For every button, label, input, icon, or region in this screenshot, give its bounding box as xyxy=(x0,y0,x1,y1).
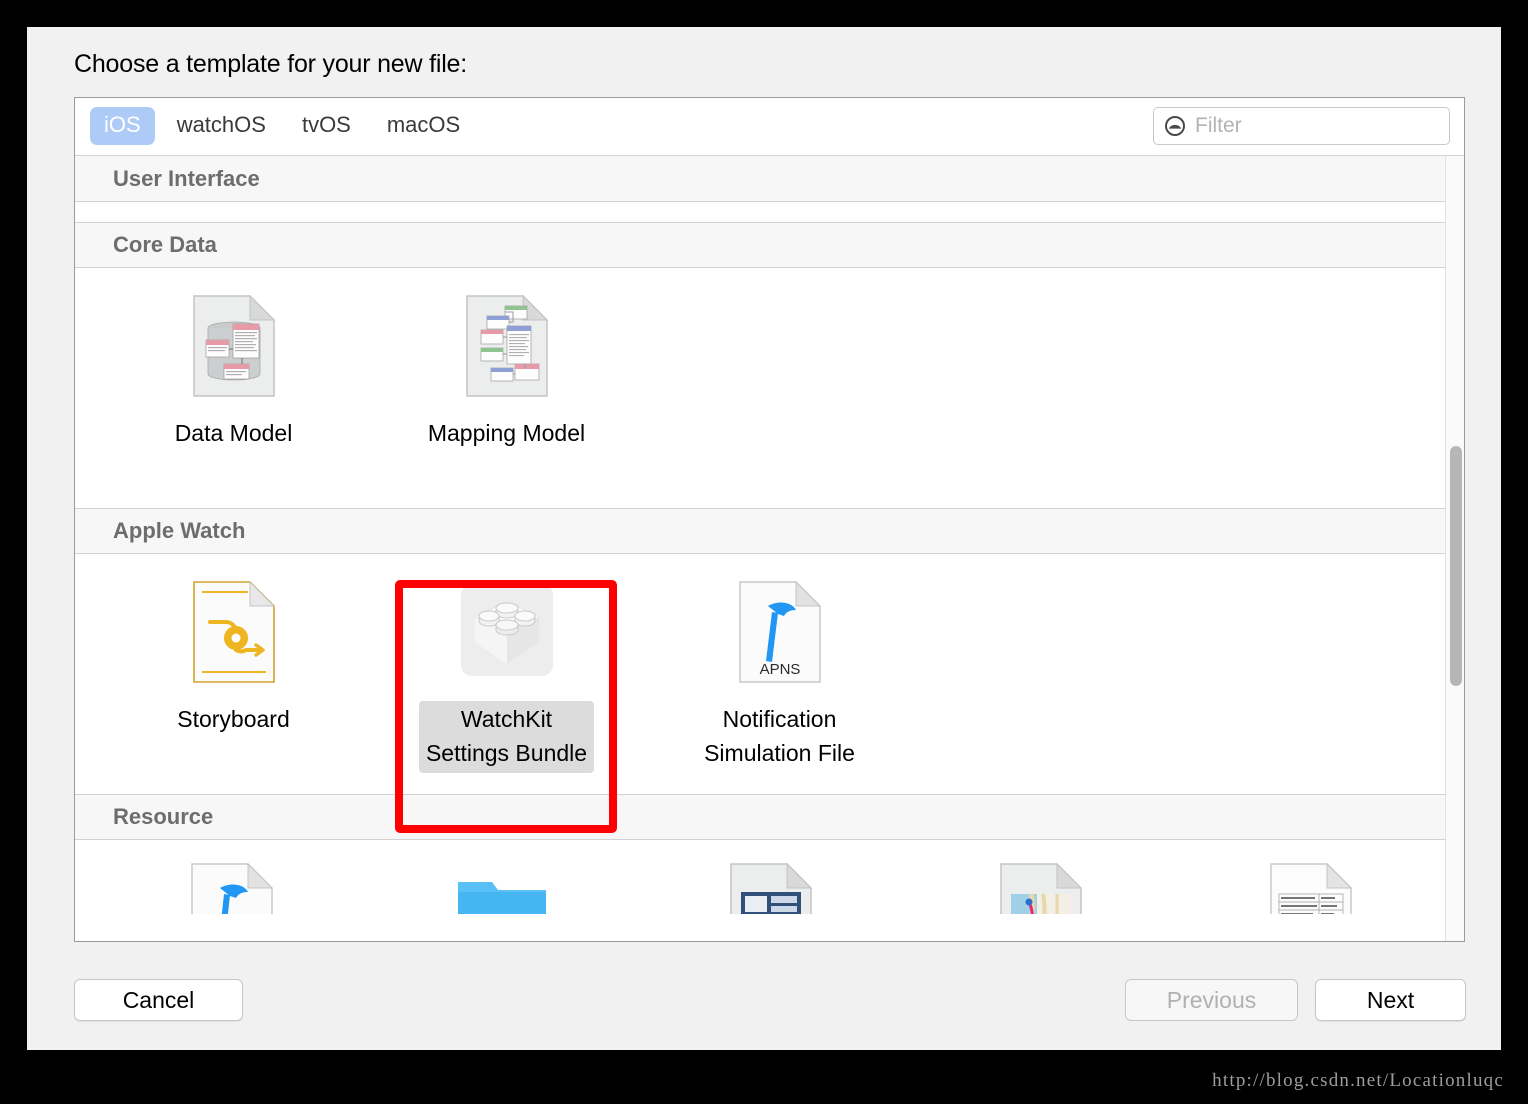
svg-text:APNS: APNS xyxy=(759,661,800,678)
section-body-resource xyxy=(75,840,1446,914)
section-header-core-data: Core Data xyxy=(75,222,1446,268)
tab-watchos[interactable]: watchOS xyxy=(163,107,280,145)
section-body-apple-watch: Storyboard WatchKit Settings Bundle APNS… xyxy=(75,554,1446,794)
template-cell-resource-gpx-file[interactable] xyxy=(906,840,1176,914)
section-header-apple-watch: Apple Watch xyxy=(75,508,1446,554)
platform-tab-bar: iOS watchOS tvOS macOS xyxy=(90,107,474,145)
filter-circle-icon xyxy=(1165,116,1185,136)
template-label: Data Model xyxy=(174,420,293,446)
template-cell-resource-asset-folder[interactable] xyxy=(367,840,637,914)
apns-file-icon: APNS xyxy=(716,576,844,688)
platform-toolbar: iOS watchOS tvOS macOS xyxy=(75,98,1464,156)
tab-macos[interactable]: macOS xyxy=(373,107,474,145)
template-list: User Interface Core Data Data Model Mapp… xyxy=(75,156,1446,914)
template-label: Storyboard xyxy=(177,706,290,732)
tab-ios[interactable]: iOS xyxy=(90,107,155,145)
hammer-file-icon xyxy=(168,862,296,914)
section-header-user-interface: User Interface xyxy=(75,156,1446,202)
template-list-scroll-area[interactable]: User Interface Core Data Data Model Mapp… xyxy=(75,156,1464,941)
dialog-title: Choose a template for your new file: xyxy=(74,50,468,78)
template-label: Notification Simulation File xyxy=(704,706,855,766)
section-body-core-data: Data Model Mapping Model xyxy=(75,268,1446,508)
watermark-url: http://blog.csdn.net/Locationluqc xyxy=(1212,1070,1504,1091)
section-header-resource: Resource xyxy=(75,794,1446,840)
cancel-button[interactable]: Cancel xyxy=(74,979,243,1021)
storyboard-icon xyxy=(170,576,298,688)
tab-tvos[interactable]: tvOS xyxy=(288,107,365,145)
map-pin-file-icon xyxy=(707,862,835,914)
vertical-scrollbar-thumb[interactable] xyxy=(1450,446,1462,686)
template-cell-resource-hammer-file[interactable] xyxy=(97,840,367,914)
template-cell-data-model[interactable]: Data Model xyxy=(97,268,370,508)
filter-field[interactable] xyxy=(1153,107,1450,145)
template-cell-mapping-model[interactable]: Mapping Model xyxy=(370,268,643,508)
mapping-model-icon xyxy=(443,290,571,402)
template-cell-resource-map-pin-file[interactable] xyxy=(637,840,907,914)
template-cell-watchkit-settings-bundle[interactable]: WatchKit Settings Bundle xyxy=(370,554,643,794)
data-model-icon xyxy=(170,290,298,402)
next-button[interactable]: Next xyxy=(1315,979,1466,1021)
section-body-user-interface xyxy=(75,202,1446,222)
template-browser-panel: iOS watchOS tvOS macOS User Interface xyxy=(74,97,1465,942)
plist-table-file-icon xyxy=(1247,862,1375,914)
template-cell-resource-plist-file[interactable] xyxy=(1176,840,1446,914)
vertical-scrollbar-track[interactable] xyxy=(1445,156,1464,941)
settings-bundle-icon xyxy=(443,576,571,688)
template-cell-notification-simulation-file[interactable]: APNS Notification Simulation File xyxy=(643,554,916,794)
gpx-map-file-icon xyxy=(977,862,1105,914)
template-label: Mapping Model xyxy=(427,420,586,446)
previous-button[interactable]: Previous xyxy=(1125,979,1298,1021)
template-cell-storyboard[interactable]: Storyboard xyxy=(97,554,370,794)
new-file-template-dialog: Choose a template for your new file: iOS… xyxy=(27,27,1501,1050)
blue-folder-icon xyxy=(438,862,566,914)
filter-input[interactable] xyxy=(1195,114,1439,138)
template-label: WatchKit Settings Bundle xyxy=(418,701,595,773)
